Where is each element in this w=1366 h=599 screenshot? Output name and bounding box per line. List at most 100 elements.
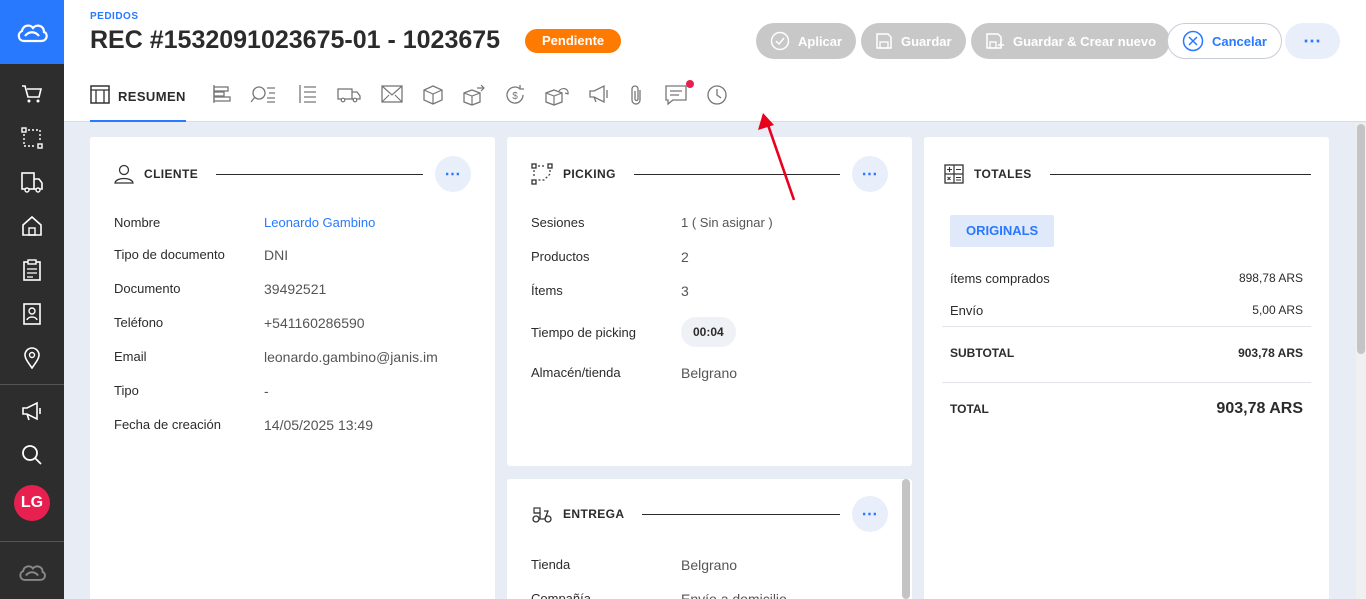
page-scrollbar-thumb[interactable] [1357,124,1365,354]
entrega-row: Tienda Belgrano [531,557,738,573]
page-title: REC #1532091023675-01 - 1023675 [90,26,501,54]
tab-campaigns[interactable] [588,76,610,122]
apply-button-label: Aplicar [798,33,843,49]
tab-items[interactable] [212,76,232,122]
contact-icon [23,303,41,325]
originals-button[interactable]: ORIGINALS [950,215,1055,247]
picking-card: PICKING ⋯ Sesiones 1 ( Sin asignar ) Prod… [507,137,912,466]
tab-package-dispatch[interactable] [462,76,486,122]
picking-row: Productos 2 [531,249,689,265]
sidebar-item-contacts[interactable] [0,292,64,336]
sidebar-item-delivery[interactable] [0,160,64,204]
tab-messages[interactable] [380,76,404,122]
tab-list[interactable] [298,76,318,122]
search-list-icon [250,86,275,103]
cliente-row: Email leonardo.gambino@janis.im [114,349,438,365]
sidebar-item-profile[interactable]: LG [0,477,64,529]
clipboard-icon [23,259,41,281]
divider [642,513,840,515]
picking-row: Sesiones 1 ( Sin asignar ) [531,215,773,230]
sidebar: LG [0,0,64,599]
breadcrumb[interactable]: PEDIDOS [90,11,139,22]
status-badge: Pendiente [525,29,622,53]
tab-shipping[interactable] [336,76,362,122]
tab-attachments[interactable] [628,76,646,122]
totales-title: TOTALES [974,167,1032,181]
annotation-arrow-icon [758,113,796,201]
cliente-row: Tipo - [114,383,269,399]
paperclip-icon [631,85,641,105]
check-circle-icon [770,31,790,51]
more-actions-button[interactable]: ⋯ [1285,23,1340,59]
list-icon [299,85,316,103]
user-icon [114,164,134,184]
cancel-button-label: Cancelar [1212,33,1267,49]
totales-card: TOTALES ORIGINALS ítems comprados 898,78 … [924,137,1329,599]
notification-dot [685,80,694,88]
save-icon [876,33,892,49]
tab-resumen-label: RESUMEN [118,89,186,104]
entrega-scrollbar[interactable] [902,479,910,599]
entrega-title: ENTREGA [563,507,625,521]
divider [1049,173,1311,175]
save-button[interactable]: Guardar [861,23,966,59]
items-icon [213,85,231,103]
sidebar-item-search[interactable] [0,433,64,477]
client-name-link[interactable]: Leonardo Gambino [264,215,375,230]
cliente-card: CLIENTE ⋯ Nombre Leonardo Gambino Tipo de… [90,137,495,599]
cliente-more-button[interactable]: ⋯ [435,156,471,192]
totales-row: Envío 5,00 ARS [950,303,1303,318]
cliente-row: Tipo de documento DNI [114,247,289,263]
box-arrow-icon [463,84,485,106]
picking-card-header: PICKING ⋯ [531,156,888,192]
entrega-more-button[interactable]: ⋯ [852,496,888,532]
tab-payments[interactable]: $ [504,76,526,122]
sidebar-item-campaigns[interactable] [0,389,64,433]
cliente-row: Fecha de creación 14/05/2025 13:49 [114,417,373,433]
picking-more-button[interactable]: ⋯ [852,156,888,192]
box-return-icon [545,88,569,106]
tab-returns[interactable] [544,76,570,122]
tab-history[interactable] [706,76,728,122]
tab-search-items[interactable] [250,76,280,122]
megaphone-icon [22,401,41,421]
entrega-card: ENTREGA ⋯ Tienda Belgrano Compañía Envío a… [507,479,912,599]
picking-title: PICKING [563,167,616,181]
cliente-row: Teléfono +541160286590 [114,315,365,331]
divider [942,326,1311,327]
sidebar-item-cart[interactable] [0,72,64,116]
avatar[interactable]: LG [14,485,50,521]
picking-time-badge: 00:04 [681,317,736,347]
entrega-card-header: ENTREGA ⋯ [531,496,888,532]
save-and-new-button[interactable]: Guardar & Crear nuevo [971,23,1171,59]
tab-comments[interactable] [664,76,694,122]
sidebar-item-clipboard[interactable] [0,248,64,292]
save-new-icon [986,33,1004,49]
delivery-icon [21,172,43,193]
sidebar-item-locations[interactable] [0,336,64,380]
save-button-label: Guardar [901,33,952,49]
cancel-button[interactable]: Cancelar [1167,23,1282,59]
cliente-row: Nombre Leonardo Gambino [114,215,376,230]
box-icon [423,85,443,105]
tab-packages[interactable] [422,76,444,122]
calculator-icon [944,164,964,184]
clock-icon [707,85,727,105]
svg-text:$: $ [512,91,518,102]
sidebar-footer-logo [0,546,64,598]
sidebar-item-routes[interactable] [0,116,64,160]
home-icon [22,215,42,236]
cliente-row: Documento 39492521 [114,281,327,297]
cart-icon [22,85,43,103]
table-icon [90,85,110,104]
scooter-icon [532,507,552,523]
page-header: PEDIDOS REC #1532091023675-01 - 1023675 … [64,0,1366,122]
app-logo[interactable] [0,0,64,64]
route-icon [21,127,43,149]
totales-card-header: TOTALES [944,157,1311,191]
cloud-logo-icon [17,24,48,43]
cliente-card-header: CLIENTE ⋯ [114,156,471,192]
sidebar-item-home[interactable] [0,204,64,248]
apply-button[interactable]: Aplicar [756,23,857,59]
tab-resumen[interactable]: RESUMEN [90,76,186,122]
